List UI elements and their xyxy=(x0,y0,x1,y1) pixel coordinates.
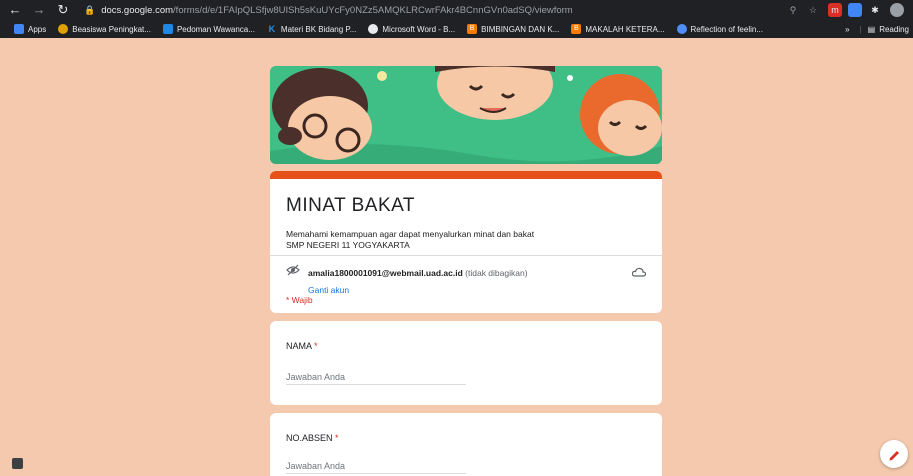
bookmark-label: Pedoman Wawanca... xyxy=(176,24,255,34)
pencil-icon xyxy=(889,451,899,461)
chrome-icon xyxy=(368,24,379,34)
bookmark-label: MAKALAH KETERA... xyxy=(585,24,665,34)
divider xyxy=(270,255,662,256)
puzzle-icon[interactable]: ✱ xyxy=(868,3,882,17)
globe-icon xyxy=(676,24,687,34)
k-icon: K xyxy=(268,24,276,34)
bookmark-reflection[interactable]: Reflection of feelin... xyxy=(676,24,763,34)
bookmark-apps[interactable]: Apps xyxy=(14,24,46,34)
url-host: docs.google.com xyxy=(101,4,174,16)
required-asterisk: * xyxy=(335,433,339,443)
blogger-icon: B xyxy=(571,24,582,34)
bookmark-materi[interactable]: K Materi BK Bidang P... xyxy=(267,24,357,34)
browser-chrome: ← → ↻ 🔒 docs.google.com /forms/d/e/1FAIp… xyxy=(0,0,913,38)
extension-m-icon[interactable]: m xyxy=(828,3,842,17)
question-title: NO.ABSEN xyxy=(286,433,333,443)
bookmark-label: Materi BK Bidang P... xyxy=(280,24,357,34)
bookmark-pedoman[interactable]: Pedoman Wawanca... xyxy=(162,24,255,34)
chevron-double-right-icon[interactable]: » xyxy=(845,25,849,34)
bookmark-beasiswa[interactable]: Beasiswa Peningkat... xyxy=(58,24,151,34)
docs-extension-icon[interactable] xyxy=(848,3,862,17)
answer-input-nama[interactable] xyxy=(286,369,466,385)
form-title-card: MINAT BAKAT Memahami kemampuan agar dapa… xyxy=(270,171,662,313)
bookmark-bimbingan[interactable]: B BIMBINGAN DAN K... xyxy=(467,24,559,34)
kids-illustration xyxy=(270,66,662,164)
star-icon[interactable]: ☆ xyxy=(806,3,820,17)
bookmark-label: Reflection of feelin... xyxy=(690,24,763,34)
question-card-no-absen: NO.ABSEN * xyxy=(270,413,662,476)
doc-icon xyxy=(162,24,173,34)
bookmark-makalah[interactable]: B MAKALAH KETERA... xyxy=(571,24,665,34)
eye-off-icon xyxy=(286,264,300,276)
address-row: ← → ↻ 🔒 docs.google.com /forms/d/e/1FAIp… xyxy=(0,0,913,20)
search-icon[interactable]: ⚲ xyxy=(786,3,800,17)
account-email: amalia1800001091@webmail.uad.ac.id xyxy=(308,268,463,278)
account-info: amalia1800001091@webmail.uad.ac.id (tida… xyxy=(308,263,528,295)
bookmark-label: Beasiswa Peningkat... xyxy=(72,24,151,34)
reading-list-icon[interactable]: ▤ xyxy=(868,25,876,34)
url-path: /forms/d/e/1FAIpQLSfjw8UISh5sKuUYcFy0NZz… xyxy=(173,4,573,16)
question-card-nama: NAMA * xyxy=(270,321,662,405)
question-title: NAMA xyxy=(286,341,312,351)
account-row: amalia1800001091@webmail.uad.ac.id (tida… xyxy=(286,263,528,295)
form-title: MINAT BAKAT xyxy=(286,195,416,216)
emblem-icon xyxy=(58,24,69,34)
profile-avatar-icon[interactable] xyxy=(890,3,904,17)
feedback-icon[interactable] xyxy=(12,458,23,469)
blogger-icon: B xyxy=(467,24,478,34)
bookmark-label: Apps xyxy=(28,24,47,34)
reload-icon[interactable]: ↻ xyxy=(54,1,72,19)
account-note: (tidak dibagikan) xyxy=(465,268,528,278)
back-arrow-icon[interactable]: ← xyxy=(6,1,24,19)
separator: | xyxy=(859,24,862,34)
required-note: * Wajib xyxy=(286,295,313,305)
cloud-icon xyxy=(632,267,646,277)
required-asterisk: * xyxy=(314,341,318,351)
description-line: Memahami kemampuan agar dapat menyalurka… xyxy=(286,229,535,239)
bookmarks-bar: Apps Beasiswa Peningkat... Pedoman Wawan… xyxy=(0,20,913,38)
form-description: Memahami kemampuan agar dapat menyalurka… xyxy=(286,229,534,251)
bookmark-label: BIMBINGAN DAN K... xyxy=(481,24,560,34)
lock-icon: 🔒 xyxy=(84,4,96,15)
bookmark-microsoft-word[interactable]: Microsoft Word - B... xyxy=(368,24,455,34)
edit-button[interactable] xyxy=(880,440,908,468)
description-line: SMP NEGERI 11 YOGYAKARTA xyxy=(286,240,410,250)
question-label: NO.ABSEN * xyxy=(286,433,339,443)
forward-arrow-icon[interactable]: → xyxy=(30,1,48,19)
apps-grid-icon xyxy=(14,24,24,34)
form-header-banner xyxy=(270,66,662,164)
reading-list-label[interactable]: Reading xyxy=(879,25,909,34)
account-line: amalia1800001091@webmail.uad.ac.id (tida… xyxy=(308,268,528,278)
question-label: NAMA * xyxy=(286,341,318,351)
switch-account-link[interactable]: Ganti akun xyxy=(308,285,528,295)
bookmarks-overflow: » | ▤ Reading xyxy=(845,20,909,38)
answer-input-no-absen[interactable] xyxy=(286,458,466,474)
bookmark-label: Microsoft Word - B... xyxy=(382,24,456,34)
